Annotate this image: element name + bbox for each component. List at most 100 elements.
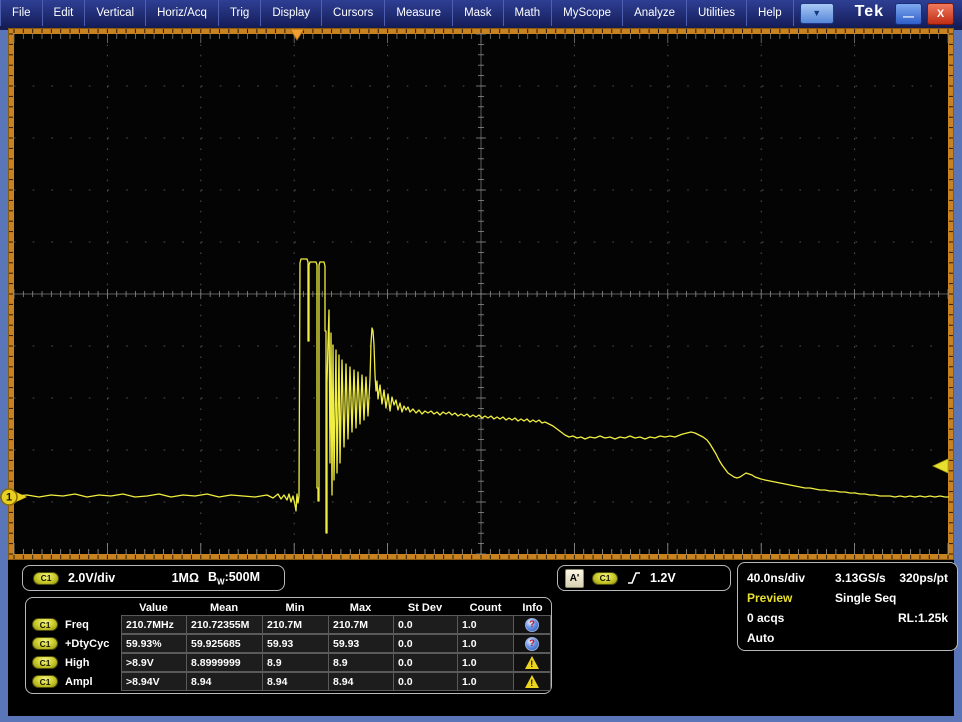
measurement-max: 59.93 <box>328 634 393 653</box>
sample-rate: 3.13GS/s <box>835 571 898 585</box>
timebase: 40.0ns/div <box>747 571 835 585</box>
horizontal-readout[interactable]: 40.0ns/div 3.13GS/s 320ps/pt Preview Sin… <box>737 562 958 651</box>
measurement-min: 59.93 <box>262 634 328 653</box>
measurement-value: >8.9V <box>121 653 186 672</box>
menu-item-vertical[interactable]: Vertical <box>85 0 146 26</box>
help-icon[interactable]: ? <box>525 618 539 632</box>
measurement-row[interactable]: C1+DtyCyc59.93%59.92568559.9359.930.01.0… <box>26 634 551 653</box>
measurement-table: ValueMeanMinMaxSt DevCountInfo C1 Freq 210… <box>25 597 552 694</box>
measurement-stdev: 0.0 <box>393 615 457 634</box>
measurement-mean: 210.72355M <box>186 615 262 634</box>
trigger-readout[interactable]: A' C1 1.2V <box>557 565 731 591</box>
menu-item-help[interactable]: Help <box>747 0 794 26</box>
measurement-rows: C1Freq210.7MHz210.72355M210.7M210.7M0.01… <box>26 615 551 691</box>
channel-badge: C1 <box>32 675 58 688</box>
measurement-name: +DtyCyc <box>65 638 109 650</box>
measurement-count: 1.0 <box>457 615 514 634</box>
channel1-ground-marker[interactable]: 1 <box>0 487 32 512</box>
channel-badge: C1 <box>32 656 58 669</box>
measurement-count: 1.0 <box>457 634 514 653</box>
preview-status: Preview <box>747 591 835 605</box>
close-icon: X <box>937 8 944 20</box>
resolution: 320ps/pt <box>898 571 948 585</box>
measurement-label: C1 +DtyCyc <box>26 634 121 653</box>
measurement-value: 210.7MHz <box>121 615 186 634</box>
column-header: Count <box>457 602 514 614</box>
acquisition-count: 0 acqs <box>747 611 835 625</box>
menu-item-myscope[interactable]: MyScope <box>552 0 623 26</box>
menu-item-trig[interactable]: Trig <box>219 0 261 26</box>
channel-badge: C1 <box>32 618 58 631</box>
help-icon[interactable]: ? <box>525 637 539 651</box>
trigger-channel-badge: C1 <box>592 572 618 585</box>
warning-icon[interactable] <box>525 675 539 688</box>
info-cell[interactable]: ? <box>514 615 551 634</box>
column-header: Value <box>121 602 186 614</box>
menu-item-horiz-acq[interactable]: Horiz/Acq <box>146 0 219 26</box>
measurement-header-row: ValueMeanMinMaxSt DevCountInfo <box>26 600 551 615</box>
info-cell[interactable] <box>514 672 551 691</box>
bandwidth-prefix: B <box>208 570 217 584</box>
measurement-stdev: 0.0 <box>393 634 457 653</box>
menu-item-file[interactable]: File <box>0 0 43 26</box>
measurement-min: 8.9 <box>262 653 328 672</box>
channel1-marker-number: 1 <box>6 492 12 504</box>
column-header: Min <box>262 602 328 614</box>
measurement-name: High <box>65 657 89 669</box>
trigger-source-badge: A' <box>565 569 584 588</box>
measurement-label: C1 Freq <box>26 615 121 634</box>
measurement-value: >8.94V <box>121 672 186 691</box>
channel-readout[interactable]: C1 2.0V/div 1MΩ BW:500M <box>22 565 285 591</box>
menu-item-math[interactable]: Math <box>504 0 553 26</box>
channel-badge: C1 <box>33 572 59 585</box>
measurement-max: 8.94 <box>328 672 393 691</box>
measurement-stdev: 0.0 <box>393 672 457 691</box>
measurement-count: 1.0 <box>457 653 514 672</box>
channel-badge: C1 <box>32 637 58 650</box>
acquisition-mode: Single Seq <box>835 591 898 605</box>
measurement-max: 210.7M <box>328 615 393 634</box>
measurement-mean: 8.94 <box>186 672 262 691</box>
menu-item-analyze[interactable]: Analyze <box>623 0 687 26</box>
column-header: Info <box>514 602 551 614</box>
rising-edge-icon <box>626 570 642 586</box>
info-cell[interactable]: ? <box>514 634 551 653</box>
measurement-count: 1.0 <box>457 672 514 691</box>
measurement-name: Freq <box>65 619 89 631</box>
column-header: St Dev <box>393 602 457 614</box>
measurement-stdev: 0.0 <box>393 653 457 672</box>
menu-item-edit[interactable]: Edit <box>43 0 86 26</box>
trigger-mode: Auto <box>747 631 835 645</box>
measurement-row[interactable]: C1Ampl>8.94V8.948.948.940.01.0 <box>26 672 551 691</box>
measurement-row[interactable]: C1Freq210.7MHz210.72355M210.7M210.7M0.01… <box>26 615 551 634</box>
tekscope-window: { "window": { "logo": "Tek", "minimize_g… <box>0 0 962 722</box>
bandwidth-sub: W <box>217 577 225 586</box>
measurement-label: C1 Ampl <box>26 672 121 691</box>
menu-item-cursors[interactable]: Cursors <box>322 0 385 26</box>
measurement-row[interactable]: C1High>8.9V8.89999998.98.90.01.0 <box>26 653 551 672</box>
trigger-level-value: 1.2V <box>650 571 676 585</box>
minimize-button[interactable]: — <box>895 3 922 25</box>
info-cell[interactable] <box>514 653 551 672</box>
menu-item-measure[interactable]: Measure <box>385 0 453 26</box>
menu-item-mask[interactable]: Mask <box>453 0 503 26</box>
measurement-min: 210.7M <box>262 615 328 634</box>
warning-icon[interactable] <box>525 656 539 669</box>
measurement-mean: 8.8999999 <box>186 653 262 672</box>
menu-item-utilities[interactable]: Utilities <box>687 0 747 26</box>
measurement-mean: 59.925685 <box>186 634 262 653</box>
chevron-down-icon: ▼ <box>812 9 821 18</box>
column-header: Max <box>328 602 393 614</box>
menu-items: FileEditVerticalHoriz/AcqTrigDisplayCurs… <box>0 0 794 26</box>
minimize-icon: — <box>903 11 914 23</box>
menu-item-display[interactable]: Display <box>261 0 322 26</box>
column-header: Mean <box>186 602 262 614</box>
readout-area: C1 2.0V/div 1MΩ BW:500M A' C1 1.2V 40.0n… <box>8 560 954 716</box>
scope-display[interactable] <box>8 28 954 560</box>
measurement-name: Ampl <box>65 676 93 688</box>
vertical-scale: 2.0V/div <box>68 571 115 585</box>
close-button[interactable]: X <box>927 3 954 25</box>
measurement-min: 8.94 <box>262 672 328 691</box>
bandwidth-readout: BW:500M <box>208 570 260 587</box>
menu-overflow-button[interactable]: ▼ <box>800 3 834 24</box>
